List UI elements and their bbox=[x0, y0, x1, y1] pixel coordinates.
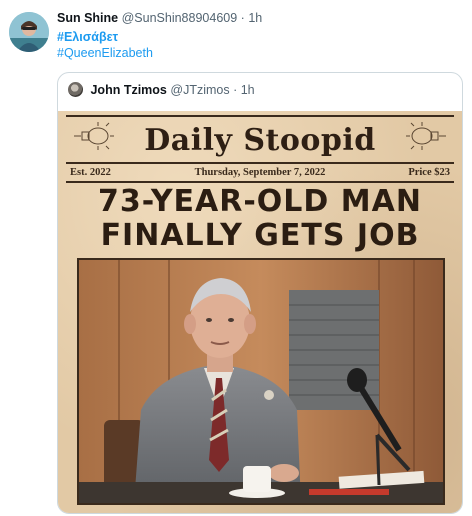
headline-line-2: FINALLY GETS JOB bbox=[100, 218, 420, 253]
top-rule bbox=[66, 115, 454, 117]
dateline: Est. 2022 Thursday, September 7, 2022 Pr… bbox=[70, 165, 450, 181]
author-name[interactable]: Sun Shine bbox=[57, 11, 118, 25]
photo-illustration bbox=[79, 260, 443, 503]
dateline-rule bbox=[66, 181, 454, 183]
masthead-rule bbox=[66, 162, 454, 164]
newspaper-masthead: Daily Stoopid bbox=[144, 123, 376, 158]
newspaper-headline: 73-YEAR-OLD MAN FINALLY GETS JOB bbox=[58, 185, 462, 253]
avatar[interactable] bbox=[9, 12, 49, 52]
avatar-image bbox=[9, 12, 49, 52]
newspaper-image[interactable]: Daily Stoopid Est. 2022 Thursday, Septem… bbox=[58, 111, 462, 513]
light-bulb-icon bbox=[406, 122, 446, 150]
separator-dot: · bbox=[240, 11, 245, 25]
date-text: Thursday, September 7, 2022 bbox=[194, 167, 326, 178]
quoted-tweet-time[interactable]: 1h bbox=[241, 83, 255, 97]
separator-dot: · bbox=[233, 83, 238, 97]
quoted-tweet-header: John Tzimos @JTzimos · 1h bbox=[68, 82, 255, 97]
quoted-tweet[interactable]: John Tzimos @JTzimos · 1h Daily Stoopid bbox=[57, 72, 463, 514]
hashtag-link[interactable]: #Ελισάβετ bbox=[57, 30, 118, 44]
hashtag-link[interactable]: #QueenElizabeth bbox=[57, 46, 153, 60]
tweet-header: Sun Shine @SunShin88904609 · 1h bbox=[57, 11, 262, 25]
quoted-author-handle[interactable]: @JTzimos bbox=[170, 83, 229, 97]
author-handle[interactable]: @SunShin88904609 bbox=[122, 11, 238, 25]
quoted-author-avatar[interactable] bbox=[68, 82, 83, 97]
tweet-time[interactable]: 1h bbox=[248, 11, 262, 25]
headline-line-1: 73-YEAR-OLD MAN bbox=[98, 184, 422, 219]
price-text: Price $23 bbox=[408, 167, 450, 178]
headline-photo bbox=[77, 258, 445, 505]
quoted-author-name[interactable]: John Tzimos bbox=[90, 83, 166, 97]
